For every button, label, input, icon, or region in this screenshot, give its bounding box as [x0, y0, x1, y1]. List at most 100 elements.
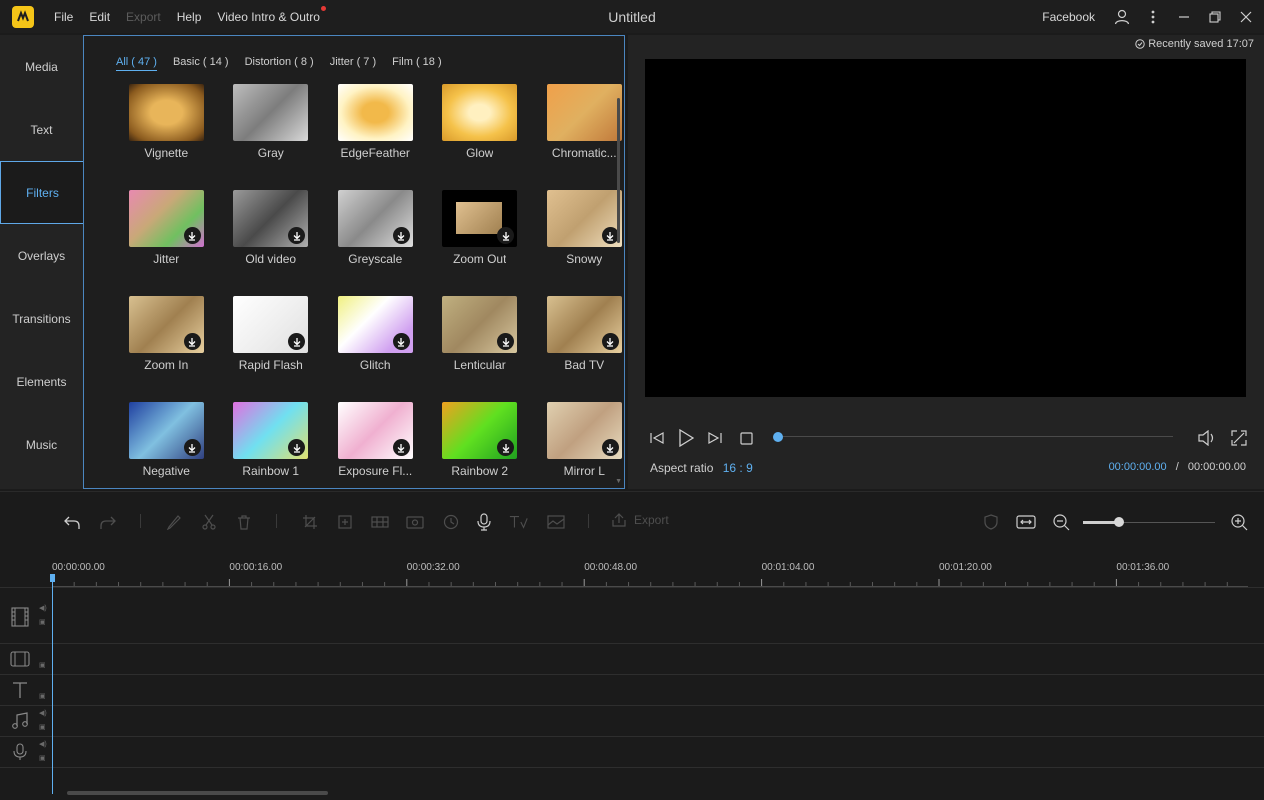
filter-thumbnail[interactable] — [128, 402, 204, 459]
sidebar-item-media[interactable]: Media — [0, 35, 84, 98]
resize-icon[interactable] — [335, 512, 355, 532]
music-track[interactable]: ◀) ▣ — [0, 705, 1264, 736]
filter-thumbnail[interactable] — [337, 402, 413, 459]
filter-thumbnail[interactable] — [337, 296, 413, 353]
close-icon[interactable] — [1233, 0, 1259, 33]
microphone-icon[interactable] — [474, 512, 494, 532]
sidebar-item-transitions[interactable]: Transitions — [0, 287, 84, 350]
aspect-ratio-select[interactable]: 16 : 9 — [723, 461, 753, 475]
track-lock-icon[interactable]: ▣ — [39, 661, 46, 669]
download-icon[interactable] — [183, 439, 201, 456]
track-mute-icon[interactable]: ◀) — [39, 709, 47, 717]
edit-pencil-icon[interactable] — [164, 512, 184, 532]
filter-scrollbar[interactable] — [617, 98, 620, 243]
next-frame-icon[interactable] — [704, 428, 726, 448]
filter-thumbnail[interactable] — [337, 190, 413, 247]
video-track[interactable]: ◀) ▣ — [0, 587, 1264, 643]
minimize-icon[interactable] — [1171, 0, 1197, 33]
download-icon[interactable] — [288, 333, 306, 350]
mosaic-icon[interactable] — [370, 512, 390, 532]
menu-help[interactable]: Help — [169, 10, 210, 24]
image-edit-icon[interactable] — [546, 512, 566, 532]
filter-thumbnail[interactable] — [442, 190, 518, 247]
zoom-out-icon[interactable] — [1051, 512, 1071, 532]
filter-item[interactable]: Greyscale — [323, 190, 428, 266]
track-mute-icon[interactable]: ◀) — [39, 740, 47, 748]
sidebar-item-elements[interactable]: Elements — [0, 350, 84, 413]
playhead[interactable] — [52, 574, 53, 794]
zoom-in-icon[interactable] — [1229, 512, 1249, 532]
redo-icon[interactable] — [98, 512, 118, 532]
menu-video-intro-outro[interactable]: Video Intro & Outro — [209, 5, 328, 24]
download-icon[interactable] — [601, 439, 619, 456]
filter-thumbnail[interactable] — [546, 296, 622, 353]
filter-item[interactable]: Glitch — [323, 296, 428, 372]
filter-item[interactable]: Bad TV — [532, 296, 637, 372]
filter-thumbnail[interactable] — [128, 296, 204, 353]
download-icon[interactable] — [497, 227, 515, 244]
zoom-slider-knob[interactable] — [1113, 517, 1124, 527]
menu-edit[interactable]: Edit — [81, 10, 118, 24]
voice-track[interactable]: ◀) ▣ — [0, 736, 1264, 767]
download-icon[interactable] — [288, 227, 306, 244]
text-to-speech-icon[interactable] — [509, 512, 529, 532]
filter-item[interactable]: EdgeFeather — [323, 84, 428, 160]
filter-thumbnail[interactable] — [546, 190, 622, 247]
filter-item[interactable]: Glow — [428, 84, 533, 160]
filter-thumbnail[interactable] — [233, 296, 309, 353]
timeline-horizontal-scrollbar[interactable] — [67, 791, 328, 795]
scroll-down-icon[interactable]: ▼ — [615, 478, 622, 485]
playback-progress-track[interactable] — [778, 436, 1173, 437]
freeze-frame-icon[interactable] — [405, 512, 425, 532]
shield-icon[interactable] — [981, 512, 1001, 532]
playhead-handle[interactable] — [50, 574, 55, 582]
download-icon[interactable] — [392, 333, 410, 350]
tab-all[interactable]: All ( 47 ) — [116, 56, 157, 71]
track-lock-icon[interactable]: ▣ — [39, 723, 46, 731]
fit-timeline-icon[interactable] — [1016, 512, 1036, 532]
filter-thumbnail[interactable] — [546, 84, 622, 141]
video-preview[interactable] — [645, 59, 1246, 397]
more-options-icon[interactable] — [1140, 0, 1166, 33]
stop-icon[interactable] — [735, 428, 757, 448]
filter-thumbnail[interactable] — [442, 296, 518, 353]
filter-thumbnail[interactable] — [128, 84, 204, 141]
filter-item[interactable]: Rainbow 2 — [428, 402, 533, 478]
speed-icon[interactable] — [441, 512, 461, 532]
filter-thumbnail[interactable] — [233, 84, 309, 141]
filter-item[interactable]: Negative — [114, 402, 219, 478]
previous-frame-icon[interactable] — [646, 428, 668, 448]
play-icon[interactable] — [675, 428, 697, 448]
filter-thumbnail[interactable] — [442, 84, 518, 141]
download-icon[interactable] — [601, 333, 619, 350]
menu-file[interactable]: File — [46, 10, 81, 24]
filter-thumbnail[interactable] — [546, 402, 622, 459]
tab-basic[interactable]: Basic ( 14 ) — [173, 56, 229, 71]
filter-item[interactable]: Chromatic... — [532, 84, 637, 160]
filter-item[interactable]: Snowy — [532, 190, 637, 266]
filter-item[interactable]: Rapid Flash — [219, 296, 324, 372]
track-lock-icon[interactable]: ▣ — [39, 618, 46, 626]
filter-thumbnail[interactable] — [128, 190, 204, 247]
text-track[interactable]: ▣ — [0, 674, 1264, 705]
tab-jitter[interactable]: Jitter ( 7 ) — [330, 56, 376, 71]
download-icon[interactable] — [183, 333, 201, 350]
download-icon[interactable] — [392, 227, 410, 244]
user-icon[interactable] — [1109, 0, 1135, 33]
fullscreen-icon[interactable] — [1228, 428, 1250, 448]
tab-distortion[interactable]: Distortion ( 8 ) — [245, 56, 314, 71]
download-icon[interactable] — [497, 439, 515, 456]
sidebar-item-filters[interactable]: Filters — [0, 161, 84, 224]
filter-item[interactable]: Old video — [219, 190, 324, 266]
undo-icon[interactable] — [62, 512, 82, 532]
tab-film[interactable]: Film ( 18 ) — [392, 56, 442, 71]
delete-trash-icon[interactable] — [234, 512, 254, 532]
crop-icon[interactable] — [300, 512, 320, 532]
filter-item[interactable]: Rainbow 1 — [219, 402, 324, 478]
filter-item[interactable]: Vignette — [114, 84, 219, 160]
overlay-track[interactable]: ▣ — [0, 643, 1264, 674]
restore-icon[interactable] — [1202, 0, 1228, 33]
download-icon[interactable] — [288, 439, 306, 456]
sidebar-item-music[interactable]: Music — [0, 413, 84, 476]
filter-item[interactable]: Lenticular — [428, 296, 533, 372]
